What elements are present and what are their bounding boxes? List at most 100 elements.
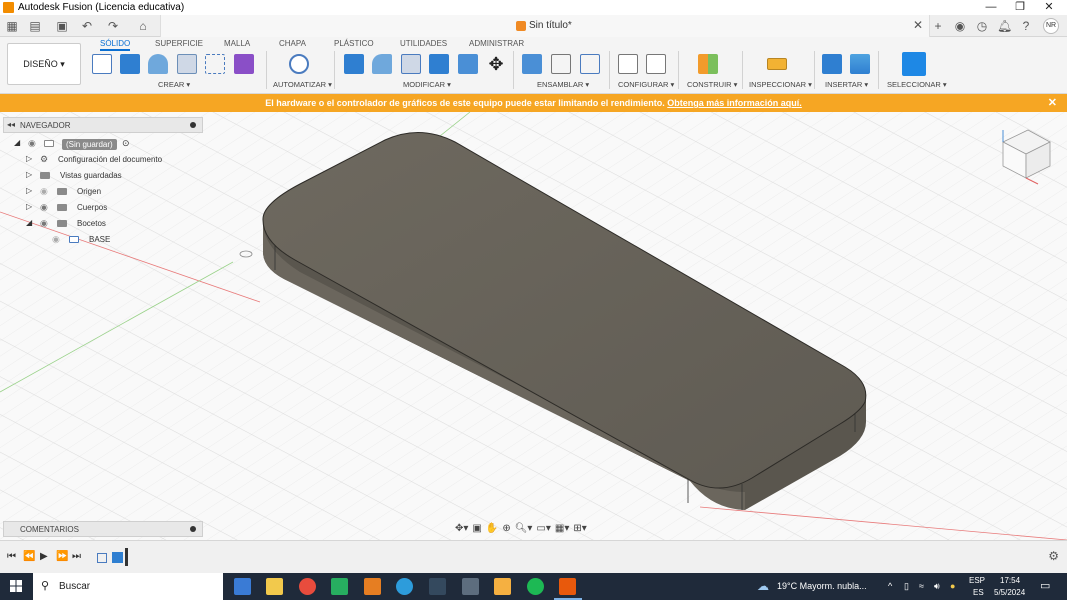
timeline-settings-icon[interactable]: ⚙: [1048, 549, 1059, 563]
zoom-icon[interactable]: ⊕: [502, 523, 510, 534]
as-built-joint-icon[interactable]: [580, 54, 600, 74]
select-icon[interactable]: [902, 52, 926, 76]
zoom-window-icon[interactable]: 🔍︎▾: [515, 523, 533, 534]
fusion-taskbar-icon[interactable]: [559, 578, 576, 595]
group-seleccionar[interactable]: SELECCIONAR ▾: [887, 80, 947, 89]
form-icon[interactable]: [234, 54, 254, 74]
change-parameters-icon[interactable]: [618, 54, 638, 74]
configure-table-icon[interactable]: [646, 54, 666, 74]
timeline-extrude-feature-icon[interactable]: [112, 552, 123, 563]
avatar[interactable]: NR: [1043, 18, 1059, 34]
volume-icon[interactable]: 🔊︎: [934, 581, 940, 592]
grid-settings-icon[interactable]: ▦▾: [555, 523, 569, 534]
minimize-button[interactable]: —: [976, 0, 1006, 15]
browser-navigator-header[interactable]: ◂◂ NAVEGADOR: [3, 117, 203, 133]
fillet-icon[interactable]: [372, 54, 392, 74]
tree-item-saved-views[interactable]: ▷ Vistas guardadas: [26, 169, 196, 183]
tab-administrar[interactable]: ADMINISTRAR: [469, 39, 524, 48]
undo-icon[interactable]: ↶: [80, 19, 94, 33]
norton-icon[interactable]: ●: [950, 581, 955, 591]
redo-icon[interactable]: ↷: [106, 19, 120, 33]
expand-triangle-icon[interactable]: ▷: [26, 170, 32, 179]
tab-solido[interactable]: SÓLIDO: [100, 39, 131, 51]
visibility-eye-icon[interactable]: ◉: [40, 202, 48, 213]
photos-app-icon[interactable]: [462, 578, 479, 595]
new-component-icon[interactable]: [522, 54, 542, 74]
group-construir[interactable]: CONSTRUIR ▾: [687, 80, 737, 89]
tab-utilidades[interactable]: UTILIDADES: [400, 39, 447, 48]
chrome-app-icon[interactable]: [299, 578, 316, 595]
save-icon[interactable]: ▣: [55, 19, 69, 33]
tree-item-doc-settings[interactable]: ▷ ⚙ Configuración del documento: [26, 153, 196, 167]
activate-radio-icon[interactable]: ⊙: [122, 138, 130, 149]
file-menu-icon[interactable]: ▤: [28, 19, 42, 33]
inkscape-app-icon[interactable]: [429, 578, 446, 595]
look-at-icon[interactable]: ▣: [472, 523, 481, 534]
tab-plastico[interactable]: PLÁSTICO: [334, 39, 374, 48]
expand-triangle-icon[interactable]: ▷: [26, 186, 32, 195]
clock-time[interactable]: 17:54: [1000, 576, 1020, 585]
extensions-icon[interactable]: ◉: [953, 19, 967, 33]
expand-triangle-icon[interactable]: ◢: [14, 138, 20, 147]
insert-derive-icon[interactable]: [822, 54, 842, 74]
tree-root[interactable]: ◢ ◉ (Sin guardar) ⊙: [14, 137, 164, 151]
taskbar-search-box[interactable]: ⚲ Buscar: [33, 573, 223, 600]
press-pull-icon[interactable]: [344, 54, 364, 74]
home-icon[interactable]: ⌂: [136, 19, 150, 33]
group-crear[interactable]: CREAR ▾: [158, 80, 190, 89]
tab-chapa[interactable]: CHAPA: [279, 39, 306, 48]
group-automatizar[interactable]: AUTOMATIZAR ▾: [273, 80, 332, 89]
close-window-button[interactable]: ✕: [1034, 0, 1064, 15]
split-icon[interactable]: [458, 54, 478, 74]
collapse-navigator-icon[interactable]: ◂◂: [7, 120, 15, 129]
expand-triangle-icon[interactable]: ◢: [26, 218, 32, 227]
pan-icon[interactable]: ✋: [486, 523, 498, 534]
shell-icon[interactable]: [401, 54, 421, 74]
hole-icon[interactable]: [177, 54, 197, 74]
viewports-icon[interactable]: ⊞▾: [573, 523, 586, 534]
extrude-icon[interactable]: [120, 54, 140, 74]
wifi-icon[interactable]: ≈: [919, 581, 924, 591]
spotify-app-icon[interactable]: [527, 578, 544, 595]
timeline-marker[interactable]: [125, 548, 128, 566]
navigator-options-icon[interactable]: [190, 122, 196, 128]
workspace-dropdown[interactable]: DISEÑO ▾: [7, 43, 81, 85]
keyboard-layout[interactable]: ES: [973, 588, 984, 597]
orbit-icon[interactable]: ✥▾: [455, 523, 468, 534]
visibility-eye-icon[interactable]: ◉: [28, 138, 36, 149]
move-icon[interactable]: ✥: [486, 54, 506, 74]
measure-icon[interactable]: [767, 58, 787, 70]
group-configurar[interactable]: CONFIGURAR ▾: [618, 80, 674, 89]
maximize-button[interactable]: ❐: [1005, 0, 1035, 15]
visibility-eye-icon[interactable]: ◉: [40, 186, 48, 197]
warning-link[interactable]: Obtenga más información aquí.: [667, 98, 802, 108]
spreadsheet-app-icon[interactable]: [331, 578, 348, 595]
weather-text[interactable]: 19°C Mayorm. nubla...: [777, 581, 867, 591]
brave-app-icon[interactable]: [364, 578, 381, 595]
close-warning-icon[interactable]: ✕: [1048, 94, 1057, 112]
file-explorer-app-icon[interactable]: [494, 578, 511, 595]
tree-item-bodies[interactable]: ▷ ◉ Cuerpos: [26, 201, 196, 215]
help-icon[interactable]: ?: [1019, 19, 1033, 33]
insert-image-icon[interactable]: [850, 54, 870, 74]
automate-icon[interactable]: [289, 54, 309, 74]
close-tab-icon[interactable]: ✕: [913, 18, 923, 32]
apps-grid-icon[interactable]: ▦: [5, 19, 19, 33]
device-icon[interactable]: ▯: [904, 581, 909, 592]
tab-malla[interactable]: MALLA: [224, 39, 250, 48]
tab-superficie[interactable]: SUPERFICIE: [155, 39, 203, 48]
group-ensamblar[interactable]: ENSAMBLAR ▾: [537, 80, 589, 89]
group-modificar[interactable]: MODIFICAR ▾: [403, 80, 451, 89]
new-tab-icon[interactable]: +: [931, 19, 945, 33]
group-insertar[interactable]: INSERTAR ▾: [825, 80, 868, 89]
combine-icon[interactable]: [429, 54, 449, 74]
edge-app-icon[interactable]: [396, 578, 413, 595]
create-sketch-icon[interactable]: [92, 54, 112, 74]
step-back-icon[interactable]: ⏪: [23, 551, 35, 562]
store-app-icon[interactable]: [266, 578, 283, 595]
show-hidden-icons-icon[interactable]: ^: [888, 581, 892, 591]
tree-item-base-sketch[interactable]: ◉ BASE: [40, 233, 190, 247]
language-code[interactable]: ESP: [969, 576, 985, 585]
tree-item-origin[interactable]: ▷ ◉ Origen: [26, 185, 196, 199]
job-status-icon[interactable]: ◷: [975, 19, 989, 33]
